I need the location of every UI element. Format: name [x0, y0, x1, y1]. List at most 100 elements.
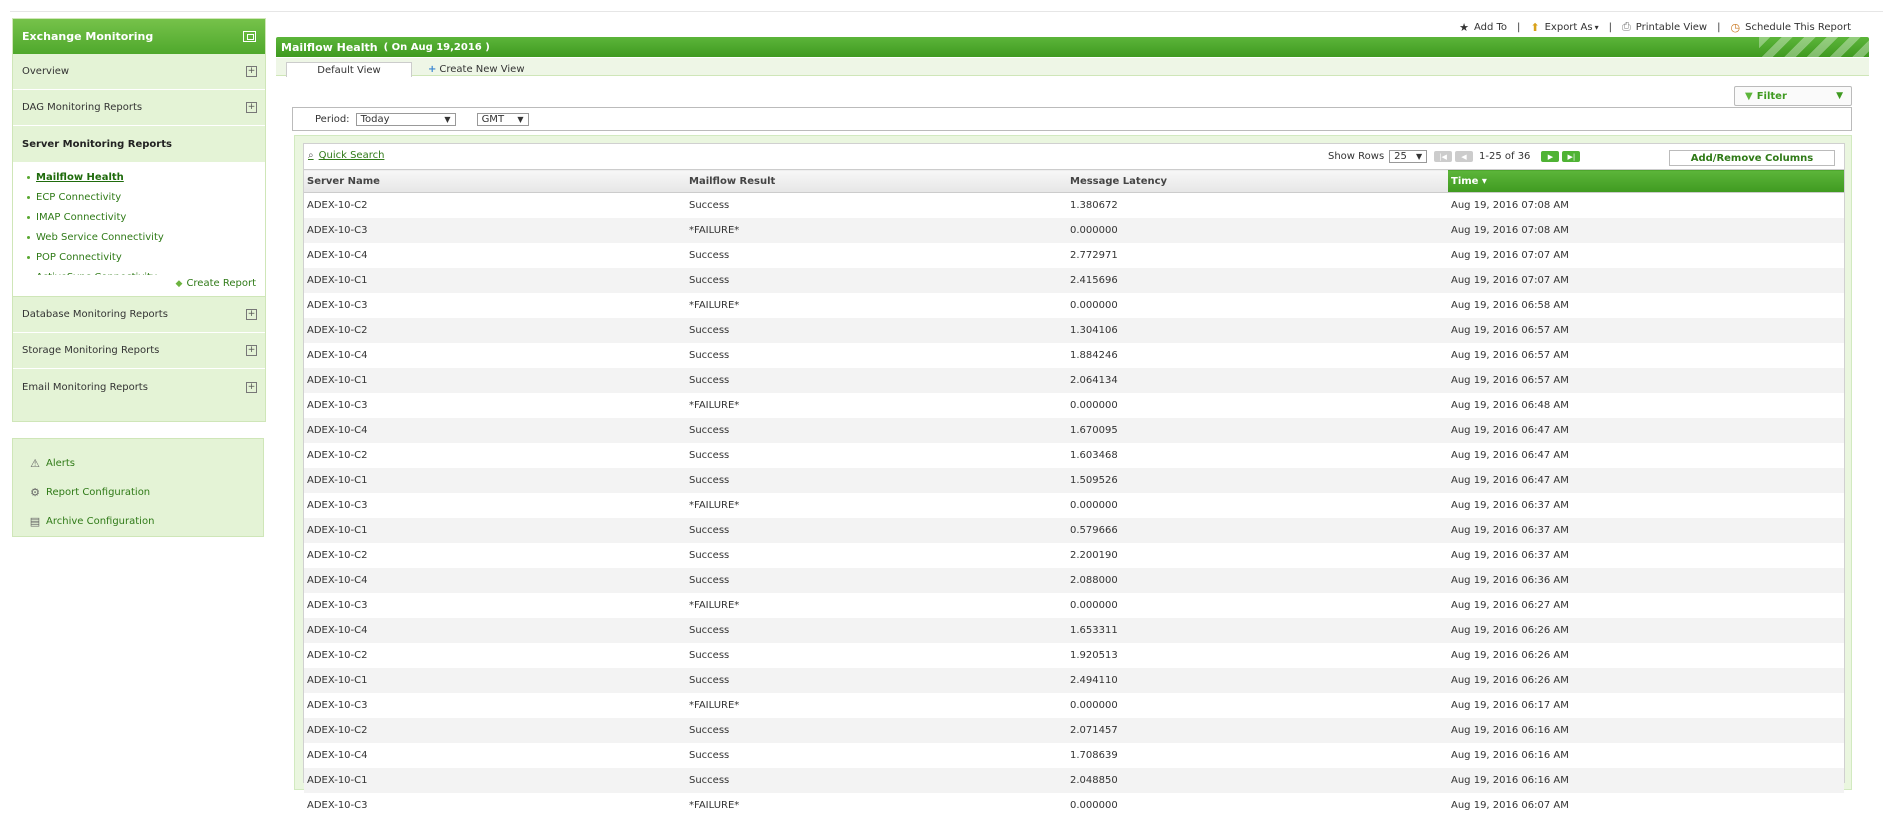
table-cell: ADEX-10-C1 [304, 668, 686, 693]
window-icon[interactable] [243, 31, 256, 42]
funnel-icon: ▼ [1745, 91, 1753, 102]
submenu-item[interactable]: POP Connectivity [13, 247, 265, 267]
column-header[interactable]: Message Latency [1067, 170, 1448, 193]
first-page-icon[interactable]: |◀ [1434, 151, 1452, 162]
alerts-link[interactable]: ⚠ Alerts [13, 449, 263, 478]
timezone-value: GMT [482, 114, 505, 125]
export-as-label: Export As [1545, 22, 1593, 33]
add-remove-columns-button[interactable]: Add/Remove Columns [1669, 150, 1835, 166]
table-cell: ADEX-10-C2 [304, 543, 686, 568]
expand-icon[interactable]: + [246, 102, 257, 113]
table-row: ADEX-10-C1Success1.509526Aug 19, 2016 06… [304, 468, 1844, 493]
table-cell: Aug 19, 2016 06:47 AM [1448, 418, 1844, 443]
table-cell: Aug 19, 2016 06:37 AM [1448, 518, 1844, 543]
period-select[interactable]: Today▼ [356, 113, 456, 126]
sidebar-item-email[interactable]: Email Monitoring Reports + [13, 369, 265, 405]
expand-icon[interactable]: + [246, 66, 257, 77]
table-cell: Aug 19, 2016 06:36 AM [1448, 568, 1844, 593]
report-configuration-link[interactable]: ⚙ Report Configuration [13, 478, 263, 507]
create-report-label: Create Report [186, 278, 256, 289]
table-cell: ADEX-10-C1 [304, 268, 686, 293]
table-cell: ADEX-10-C1 [304, 768, 686, 793]
submenu-item-label: POP Connectivity [36, 252, 122, 263]
table-row: ADEX-10-C4Success1.670095Aug 19, 2016 06… [304, 418, 1844, 443]
submenu-item[interactable]: ECP Connectivity [13, 187, 265, 207]
create-report-link[interactable]: ◆ Create Report [176, 278, 256, 289]
table-cell: Success [686, 568, 1067, 593]
column-header[interactable]: Server Name [304, 170, 686, 193]
report-date: ( On Aug 19,2016 ) [384, 42, 490, 53]
add-remove-columns-label: Add/Remove Columns [1691, 153, 1814, 164]
table-cell: 1.603468 [1067, 443, 1448, 468]
separator: | [1517, 22, 1520, 33]
report-configuration-label: Report Configuration [46, 487, 150, 498]
export-icon: ⬆ [1530, 21, 1539, 34]
table-cell: *FAILURE* [686, 593, 1067, 618]
column-header[interactable]: Time ▾ [1448, 170, 1844, 193]
table-cell: *FAILURE* [686, 793, 1067, 818]
sidebar-item-dag[interactable]: DAG Monitoring Reports + [13, 90, 265, 126]
printable-view-button[interactable]: ⎙Printable View [1622, 20, 1707, 34]
sidebar-item-server[interactable]: Server Monitoring Reports [13, 126, 265, 162]
column-header[interactable]: Mailflow Result [686, 170, 1067, 193]
bullet-icon [27, 236, 30, 239]
submenu-list[interactable]: Mailflow HealthECP ConnectivityIMAP Conn… [13, 167, 265, 275]
sidebar-item-overview[interactable]: Overview + [13, 54, 265, 90]
submenu-item[interactable]: Mailflow Health [13, 167, 265, 187]
add-to-button[interactable]: ★Add To [1459, 21, 1507, 34]
warning-icon: ⚠ [28, 457, 42, 471]
last-page-icon[interactable]: ▶| [1562, 151, 1580, 162]
archive-icon: ▤ [28, 515, 42, 529]
show-rows-select[interactable]: 25▼ [1389, 150, 1427, 163]
filter-button[interactable]: ▼ Filter ▼ [1734, 86, 1852, 106]
sidebar-item-storage[interactable]: Storage Monitoring Reports + [13, 333, 265, 369]
table-cell: 1.509526 [1067, 468, 1448, 493]
table-cell: 0.000000 [1067, 593, 1448, 618]
sidebar-item-database[interactable]: Database Monitoring Reports + [13, 297, 265, 333]
table-cell: 1.653311 [1067, 618, 1448, 643]
table-cell: Success [686, 418, 1067, 443]
print-icon: ⎙ [1622, 20, 1631, 34]
table-cell: Success [686, 243, 1067, 268]
table-cell: Aug 19, 2016 06:16 AM [1448, 743, 1844, 768]
table-cell: ADEX-10-C2 [304, 193, 686, 219]
table-cell: Success [686, 193, 1067, 219]
tab-create-new-view[interactable]: +Create New View [428, 62, 525, 76]
table-cell: Aug 19, 2016 07:08 AM [1448, 193, 1844, 219]
table-cell: *FAILURE* [686, 293, 1067, 318]
report-titlebar: Mailflow Health ( On Aug 19,2016 ) [276, 37, 1869, 57]
schedule-report-button[interactable]: ◷Schedule This Report [1730, 21, 1851, 34]
table-cell: Aug 19, 2016 06:17 AM [1448, 693, 1844, 718]
bullet-icon [27, 256, 30, 259]
table-row: ADEX-10-C2Success1.380672Aug 19, 2016 07… [304, 193, 1844, 219]
sidebar-header: Exchange Monitoring [13, 19, 265, 54]
quick-search-link[interactable]: ⌕ Quick Search [308, 150, 384, 161]
expand-icon[interactable]: + [246, 309, 257, 320]
table-cell: Aug 19, 2016 06:48 AM [1448, 393, 1844, 418]
tab-default-view[interactable]: Default View [286, 62, 412, 77]
submenu-item[interactable]: IMAP Connectivity [13, 207, 265, 227]
table-cell: Success [686, 718, 1067, 743]
table-cell: ADEX-10-C3 [304, 693, 686, 718]
table-row: ADEX-10-C1Success2.064134Aug 19, 2016 06… [304, 368, 1844, 393]
timezone-select[interactable]: GMT▼ [477, 113, 529, 126]
separator: | [1717, 22, 1720, 33]
table-row: ADEX-10-C3*FAILURE*0.000000Aug 19, 2016 … [304, 293, 1844, 318]
filter-label: Filter [1757, 91, 1787, 102]
submenu-item[interactable]: ActiveSync Connectivity [13, 267, 265, 275]
expand-icon[interactable]: + [246, 345, 257, 356]
table-cell: Success [686, 768, 1067, 793]
export-as-button[interactable]: ⬆Export As▾ [1530, 21, 1598, 34]
server-submenu: Mailflow HealthECP ConnectivityIMAP Conn… [13, 162, 265, 297]
archive-configuration-link[interactable]: ▤ Archive Configuration [13, 507, 263, 536]
table-cell: *FAILURE* [686, 218, 1067, 243]
submenu-item[interactable]: Web Service Connectivity [13, 227, 265, 247]
table-cell: Success [686, 443, 1067, 468]
table-cell: 2.415696 [1067, 268, 1448, 293]
table-cell: 1.670095 [1067, 418, 1448, 443]
next-page-icon[interactable]: ▶ [1541, 151, 1559, 162]
expand-icon[interactable]: + [246, 382, 257, 393]
sidebar-item-label: Storage Monitoring Reports [22, 345, 159, 356]
prev-page-icon[interactable]: ◀ [1455, 151, 1473, 162]
table-cell: Aug 19, 2016 07:07 AM [1448, 243, 1844, 268]
